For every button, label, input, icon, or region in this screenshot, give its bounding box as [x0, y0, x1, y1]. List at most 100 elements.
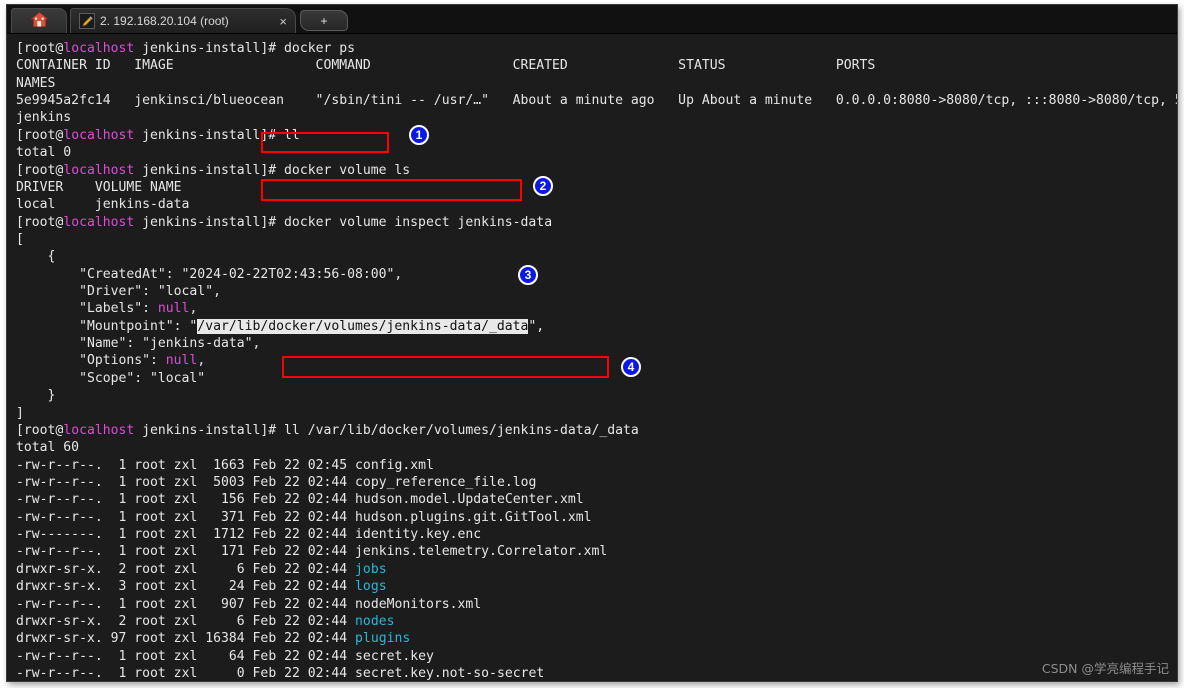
prompt-user: [root@ — [16, 162, 64, 178]
prompt-user: [root@ — [16, 422, 64, 438]
file-owner: root zxl — [134, 579, 198, 595]
file-owner: root zxl — [134, 631, 198, 647]
file-permissions: drwxr-sr-x. — [16, 613, 103, 629]
prompt-host: localhost — [63, 422, 135, 438]
file-links: 1 — [102, 492, 127, 508]
terminal-body[interactable]: [root@localhost jenkins-install]# docker… — [7, 34, 1177, 681]
prompt-tail: jenkins-install]# — [134, 422, 285, 438]
prompt-host: localhost — [63, 41, 135, 56]
file-owner: root zxl — [134, 457, 198, 473]
file-date: Feb 22 02:44 — [252, 492, 348, 508]
file-name: secret.key — [355, 648, 434, 664]
terminal-output-line: { — [16, 249, 56, 265]
new-tab-button[interactable]: + — [300, 10, 348, 31]
file-size: 156 — [205, 492, 245, 508]
terminal-command: docker volume ls — [284, 162, 411, 178]
terminal-command: ll — [284, 127, 300, 143]
file-list-row: drwxr-sr-x. 2 root zxl 6 Feb 22 02:44 no… — [16, 613, 1177, 630]
file-owner: root zxl — [134, 474, 198, 490]
file-name: jenkins.telemetry.Correlator.xml — [355, 544, 608, 560]
file-name: copy_reference_file.log — [355, 474, 537, 490]
file-name: identity.key.enc — [355, 527, 482, 543]
terminal-command-line: [root@localhost jenkins-install]# ll /va… — [16, 422, 1177, 439]
terminal-output-line: local jenkins-data — [16, 197, 190, 213]
file-links: 2 — [102, 561, 127, 577]
terminal-output-line: "CreatedAt": "2024-02-22T02:43:56-08:00"… — [16, 266, 403, 282]
file-links: 1 — [102, 544, 127, 560]
terminal-tab-label: 2. 192.168.20.104 (root) — [100, 14, 229, 28]
file-date: Feb 22 02:44 — [252, 665, 348, 681]
file-date: Feb 22 02:44 — [252, 648, 348, 664]
file-size: 5003 — [205, 474, 245, 490]
file-owner: root zxl — [134, 596, 198, 612]
file-permissions: drwxr-sr-x. — [16, 631, 103, 647]
file-list-row: -rw-r--r--. 1 root zxl 5003 Feb 22 02:44… — [16, 474, 1177, 491]
home-icon — [29, 11, 49, 31]
file-list-row: drwxr-sr-x. 97 root zxl 16384 Feb 22 02:… — [16, 630, 1177, 647]
close-icon[interactable]: × — [269, 15, 289, 28]
file-name: logs — [355, 579, 387, 595]
file-date: Feb 22 02:44 — [252, 527, 348, 543]
file-links: 1 — [102, 509, 127, 525]
file-list-row: -rw-r--r--. 1 root zxl 0 Feb 22 02:44 se… — [16, 665, 1177, 681]
file-name: secret.key.not-so-secret — [355, 665, 545, 681]
file-links: 3 — [102, 579, 127, 595]
file-date: Feb 22 02:44 — [252, 544, 348, 560]
file-owner: root zxl — [134, 665, 198, 681]
prompt-host: localhost — [63, 214, 135, 230]
file-list-row: -rw-r--r--. 1 root zxl 64 Feb 22 02:44 s… — [16, 648, 1177, 665]
file-links: 2 — [102, 613, 127, 629]
file-links: 1 — [102, 527, 127, 543]
callout-badge-3: 3 — [518, 265, 538, 285]
terminal-output-line: ] — [16, 405, 24, 421]
file-size: 0 — [205, 665, 245, 681]
terminal-tab[interactable]: 2. 192.168.20.104 (root) × — [70, 8, 296, 33]
file-size: 16384 — [205, 631, 245, 647]
file-size: 907 — [205, 596, 245, 612]
file-list-row: -rw-r--r--. 1 root zxl 1663 Feb 22 02:45… — [16, 457, 1177, 474]
file-permissions: -rw-r--r--. — [16, 492, 103, 508]
file-size: 24 — [205, 579, 245, 595]
file-permissions: -rw-r--r--. — [16, 474, 103, 490]
file-date: Feb 22 02:44 — [252, 509, 348, 525]
terminal-window: 2. 192.168.20.104 (root) × + [root@local… — [6, 4, 1178, 682]
file-list-row: drwxr-sr-x. 2 root zxl 6 Feb 22 02:44 jo… — [16, 561, 1177, 578]
file-permissions: -rw-r--r--. — [16, 544, 103, 560]
file-permissions: drwxr-sr-x. — [16, 561, 103, 577]
terminal-mountpoint-line: "Mountpoint": "/var/lib/docker/volumes/j… — [16, 318, 545, 334]
terminal-command-line: [root@localhost jenkins-install]# docker… — [16, 162, 1177, 179]
terminal-command-line: [root@localhost jenkins-install]# docker… — [16, 40, 1177, 57]
file-date: Feb 22 02:44 — [252, 631, 348, 647]
terminal-screen: [root@localhost jenkins-install]# docker… — [16, 40, 1177, 681]
file-size: 1663 — [205, 457, 245, 473]
file-permissions: -rw-r--r--. — [16, 648, 103, 664]
file-name: jobs — [355, 561, 387, 577]
file-date: Feb 22 02:44 — [252, 474, 348, 490]
file-owner: root zxl — [134, 561, 198, 577]
file-size: 371 — [205, 509, 245, 525]
file-links: 1 — [102, 474, 127, 490]
file-permissions: -rw-r--r--. — [16, 457, 103, 473]
terminal-output-line: [ — [16, 231, 24, 247]
prompt-user: [root@ — [16, 127, 64, 143]
terminal-output-line: jenkins — [16, 110, 72, 126]
file-size: 171 — [205, 544, 245, 560]
file-date: Feb 22 02:44 — [252, 596, 348, 612]
file-name: nodes — [355, 613, 395, 629]
prompt-tail: jenkins-install]# — [134, 127, 285, 143]
terminal-command: ll /var/lib/docker/volumes/jenkins-data/… — [284, 422, 639, 438]
file-date: Feb 22 02:45 — [252, 457, 348, 473]
file-permissions: -rw-------. — [16, 527, 103, 543]
file-list-row: -rw-------. 1 root zxl 1712 Feb 22 02:44… — [16, 526, 1177, 543]
prompt-tail: jenkins-install]# — [134, 41, 285, 56]
file-list-row: -rw-r--r--. 1 root zxl 171 Feb 22 02:44 … — [16, 543, 1177, 560]
prompt-user: [root@ — [16, 214, 64, 230]
file-size: 6 — [205, 613, 245, 629]
terminal-output-line: total 60 — [16, 440, 80, 456]
file-name: plugins — [355, 631, 411, 647]
file-permissions: -rw-r--r--. — [16, 509, 103, 525]
file-list-row: -rw-r--r--. 1 root zxl 907 Feb 22 02:44 … — [16, 596, 1177, 613]
watermark: CSDN @学亮编程手记 — [1041, 661, 1169, 676]
mountpoint-selected-path: /var/lib/docker/volumes/jenkins-data/_da… — [197, 318, 529, 334]
home-tab-button[interactable] — [11, 8, 67, 33]
